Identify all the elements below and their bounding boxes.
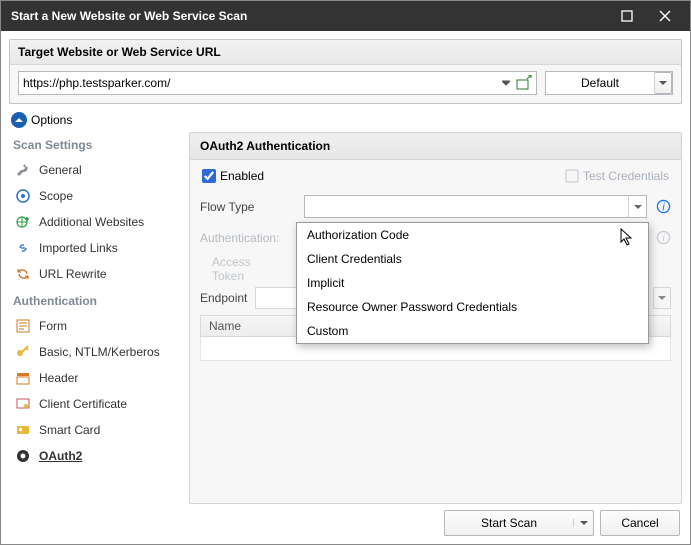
cancel-label: Cancel [621,516,658,530]
flow-option-resource-owner[interactable]: Resource Owner Password Credentials [297,295,648,319]
sidebar-item-scope[interactable]: Scope [9,184,181,208]
sidebar-item-header[interactable]: Header [9,366,181,390]
wrench-icon [15,162,31,178]
sidebar-item-client-certificate[interactable]: Client Certificate [9,392,181,416]
target-panel: Target Website or Web Service URL Defaul… [9,39,682,104]
flow-option-client-credentials[interactable]: Client Credentials [297,247,648,271]
header-icon [15,370,31,386]
sidebar-item-url-rewrite[interactable]: URL Rewrite [9,262,181,286]
chevron-up-icon [11,112,27,128]
options-toggle[interactable]: Options [1,112,690,132]
titlebar: Start a New Website or Web Service Scan [1,1,690,31]
sidebar-item-general[interactable]: General [9,158,181,182]
flow-type-combo[interactable] [304,195,647,218]
certificate-icon [15,396,31,412]
flow-type-caret[interactable] [628,196,646,217]
start-scan-label: Start Scan [445,516,573,530]
sidebar-item-label: OAuth2 [39,449,82,463]
window-title: Start a New Website or Web Service Scan [11,9,247,23]
sidebar-item-label: Scope [39,189,73,203]
sidebar-item-basic[interactable]: Basic, NTLM/Kerberos [9,340,181,364]
target-icon [15,188,31,204]
sidebar-item-smart-card[interactable]: Smart Card [9,418,181,442]
sidebar-item-imported-links[interactable]: Imported Links [9,236,181,260]
sidebar-item-label: Client Certificate [39,397,127,411]
access-token-label: Access Token [200,255,280,283]
sidebar-item-label: Form [39,319,67,333]
authentication-info-icon: i [655,230,671,246]
cancel-button[interactable]: Cancel [600,510,680,536]
sidebar-item-label: URL Rewrite [39,267,107,281]
endpoint-label: Endpoint [200,291,247,305]
enabled-checkbox-input[interactable] [202,169,216,183]
svg-text:i: i [662,232,665,244]
browse-icon[interactable] [516,75,532,91]
sidebar-item-label: Basic, NTLM/Kerberos [39,345,160,359]
flow-type-options: Authorization Code Client Credentials Im… [296,222,649,344]
sidebar-item-label: Imported Links [39,241,118,255]
sidebar-item-oauth2[interactable]: OAuth2 [9,444,181,468]
section-authentication: Authentication [9,288,181,312]
enabled-label: Enabled [220,169,264,183]
url-input[interactable] [23,73,498,93]
url-history-dropdown[interactable] [498,75,514,91]
test-credentials-button[interactable]: Test Credentials [565,169,669,183]
card-icon [15,422,31,438]
key-icon [15,344,31,360]
url-field[interactable] [18,71,537,95]
endpoint-dropdown-button[interactable] [653,287,671,309]
sidebar-item-label: Header [39,371,78,385]
close-button[interactable] [646,1,684,31]
rewrite-icon [15,266,31,282]
link-icon [15,240,31,256]
test-credentials-label: Test Credentials [583,169,669,183]
authentication-label: Authentication: [200,231,296,245]
flow-option-authorization-code[interactable]: Authorization Code [297,223,648,247]
globe-plus-icon [15,214,31,230]
flow-option-custom[interactable]: Custom [297,319,648,343]
sidebar-item-form[interactable]: Form [9,314,181,338]
oauth-icon [15,448,31,464]
oauth-heading: OAuth2 Authentication [190,133,681,160]
sidebar-item-additional-websites[interactable]: Additional Websites [9,210,181,234]
svg-text:i: i [662,201,665,213]
start-scan-caret[interactable] [573,519,593,527]
sidebar-item-label: Smart Card [39,423,100,437]
flow-option-implicit[interactable]: Implicit [297,271,648,295]
sidebar-item-label: General [39,163,82,177]
options-label: Options [31,113,72,127]
scan-profile-combo[interactable]: Default [545,71,673,95]
flow-type-label: Flow Type [200,200,296,214]
form-icon [15,318,31,334]
section-scan-settings: Scan Settings [9,132,181,156]
sidebar: Scan Settings General Scope Additional W… [9,132,181,504]
scan-profile-value: Default [546,76,654,90]
flow-type-info-icon[interactable]: i [655,199,671,215]
scan-profile-caret[interactable] [654,72,672,94]
start-scan-button[interactable]: Start Scan [444,510,594,536]
enabled-checkbox[interactable]: Enabled [202,169,264,183]
target-heading: Target Website or Web Service URL [10,40,681,65]
footer: Start Scan Cancel [444,510,680,536]
oauth-panel: OAuth2 Authentication Enabled Test Crede… [189,132,682,504]
maximize-button[interactable] [608,1,646,31]
sidebar-item-label: Additional Websites [39,215,144,229]
